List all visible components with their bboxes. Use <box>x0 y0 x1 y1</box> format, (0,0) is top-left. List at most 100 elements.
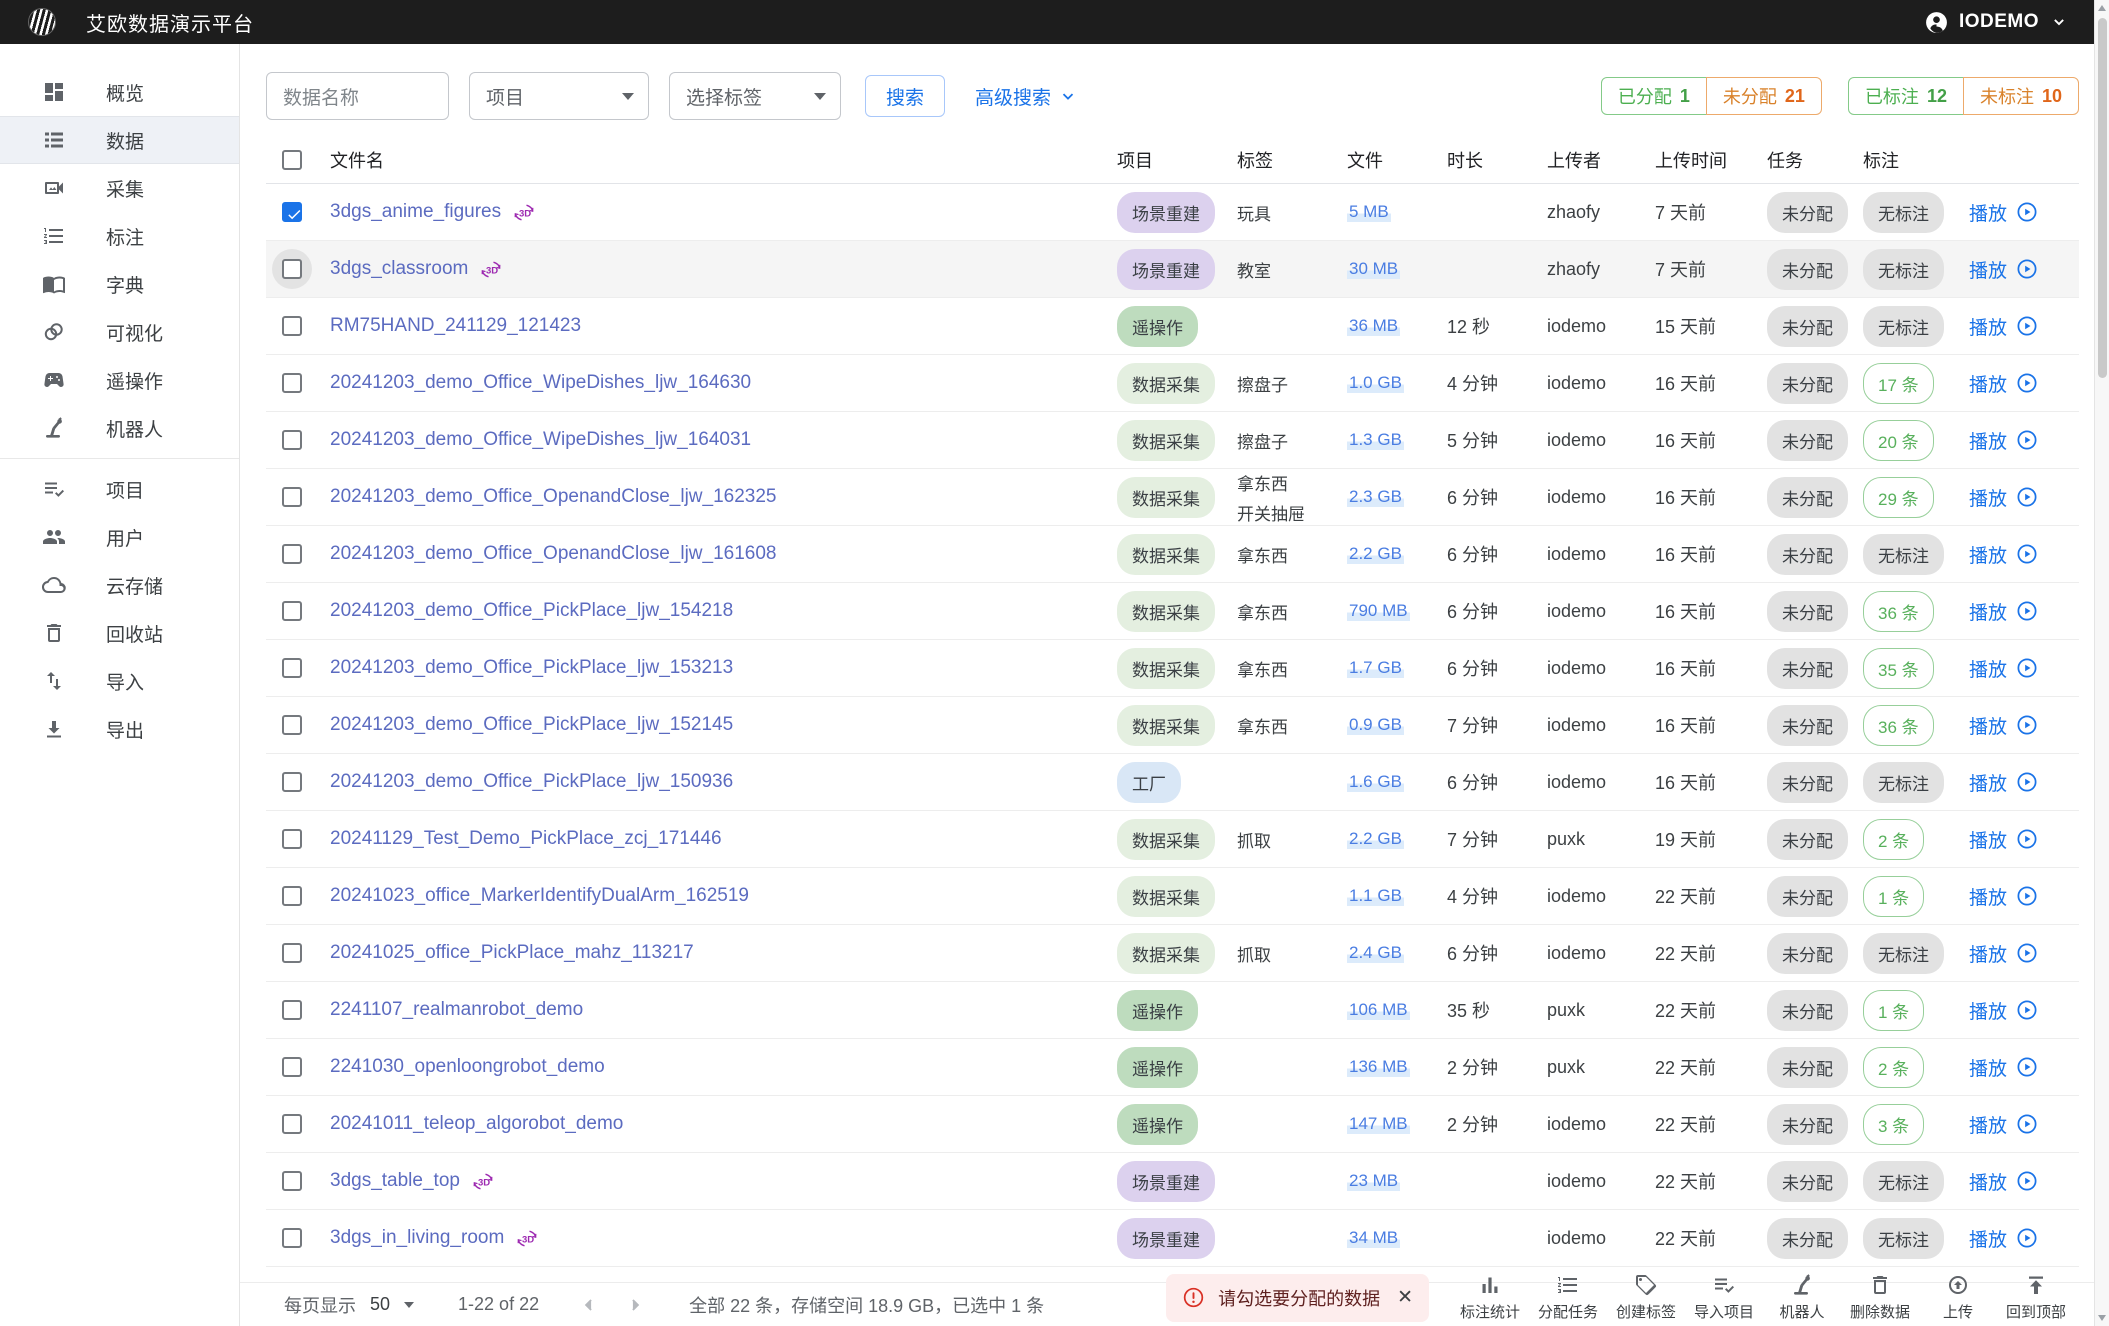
file-link[interactable]: 20241203_demo_Office_PickPlace_ljw_15214… <box>330 714 733 736</box>
scroll-down-arrow-icon[interactable] <box>2098 1315 2106 1321</box>
tool-tag-button[interactable]: 创建标签 <box>1607 1273 1685 1322</box>
file-link[interactable]: 20241203_demo_Office_WipeDishes_ljw_1640… <box>330 429 751 451</box>
sidebar-item-项目[interactable]: 项目 <box>0 465 239 513</box>
play-button[interactable]: 播放 <box>1969 826 2079 853</box>
project-select[interactable]: 项目 <box>469 72 649 120</box>
file-size-link[interactable]: 2.2 GB <box>1347 829 1404 849</box>
file-link[interactable]: 20241203_demo_Office_PickPlace_ljw_15093… <box>330 771 733 793</box>
file-size-link[interactable]: 147 MB <box>1347 1114 1410 1134</box>
file-size-link[interactable]: 23 MB <box>1347 1171 1400 1191</box>
row-checkbox[interactable] <box>282 772 302 792</box>
file-link[interactable]: 20241203_demo_Office_OpenandClose_ljw_16… <box>330 486 777 508</box>
play-button[interactable]: 播放 <box>1969 997 2079 1024</box>
row-checkbox[interactable] <box>282 886 302 906</box>
sidebar-item-回收站[interactable]: 回收站 <box>0 609 239 657</box>
file-size-link[interactable]: 2.4 GB <box>1347 943 1404 963</box>
play-button[interactable]: 播放 <box>1969 1054 2079 1081</box>
file-size-link[interactable]: 106 MB <box>1347 1000 1410 1020</box>
annotated-counter[interactable]: 已标注12 <box>1848 77 1964 115</box>
tool-top-button[interactable]: 回到顶部 <box>1997 1273 2075 1322</box>
per-page-select[interactable]: 每页显示 50 <box>284 1292 414 1318</box>
scrollbar-thumb[interactable] <box>2098 18 2107 378</box>
sidebar-item-用户[interactable]: 用户 <box>0 513 239 561</box>
tool-upload-button[interactable]: 上传 <box>1919 1273 1997 1322</box>
play-button[interactable]: 播放 <box>1969 370 2079 397</box>
unassigned-counter[interactable]: 未分配21 <box>1706 77 1822 115</box>
file-link[interactable]: 20241129_Test_Demo_PickPlace_zcj_171446 <box>330 828 722 850</box>
play-button[interactable]: 播放 <box>1969 1168 2079 1195</box>
file-size-link[interactable]: 0.9 GB <box>1347 715 1404 735</box>
file-link[interactable]: 2241107_realmanrobot_demo <box>330 999 583 1021</box>
play-button[interactable]: 播放 <box>1969 769 2079 796</box>
file-link[interactable]: 3dgs_classroom <box>330 258 468 280</box>
row-checkbox[interactable] <box>282 202 302 222</box>
sidebar-item-云存储[interactable]: 云存储 <box>0 561 239 609</box>
tool-project-button[interactable]: 导入项目 <box>1685 1273 1763 1322</box>
play-button[interactable]: 播放 <box>1969 1111 2079 1138</box>
prev-page-button[interactable] <box>579 1295 599 1315</box>
file-link[interactable]: 20241203_demo_Office_PickPlace_ljw_15321… <box>330 657 733 679</box>
row-checkbox[interactable] <box>282 1000 302 1020</box>
search-button[interactable]: 搜索 <box>865 75 945 117</box>
close-icon[interactable]: ✕ <box>1397 1286 1413 1309</box>
data-name-input[interactable]: 数据名称 <box>266 72 449 120</box>
sidebar-item-可视化[interactable]: 可视化 <box>0 308 239 356</box>
file-link[interactable]: 20241025_office_PickPlace_mahz_113217 <box>330 942 694 964</box>
play-button[interactable]: 播放 <box>1969 712 2079 739</box>
file-link[interactable]: 20241203_demo_Office_OpenandClose_ljw_16… <box>330 543 777 565</box>
file-size-link[interactable]: 30 MB <box>1347 259 1400 279</box>
play-button[interactable]: 播放 <box>1969 484 2079 511</box>
row-checkbox[interactable] <box>282 601 302 621</box>
row-checkbox[interactable] <box>282 544 302 564</box>
row-checkbox[interactable] <box>282 829 302 849</box>
file-link[interactable]: RM75HAND_241129_121423 <box>330 315 581 337</box>
sidebar-item-采集[interactable]: 采集 <box>0 164 239 212</box>
sidebar-item-机器人[interactable]: 机器人 <box>0 404 239 452</box>
file-size-link[interactable]: 1.0 GB <box>1347 373 1404 393</box>
row-checkbox[interactable] <box>282 487 302 507</box>
play-button[interactable]: 播放 <box>1969 655 2079 682</box>
file-link[interactable]: 3dgs_in_living_room <box>330 1227 504 1249</box>
sidebar-item-遥操作[interactable]: 遥操作 <box>0 356 239 404</box>
row-checkbox[interactable] <box>282 430 302 450</box>
file-link[interactable]: 3dgs_table_top <box>330 1170 460 1192</box>
file-size-link[interactable]: 1.3 GB <box>1347 430 1404 450</box>
row-checkbox[interactable] <box>282 316 302 336</box>
file-link[interactable]: 20241011_teleop_algorobot_demo <box>330 1113 623 1135</box>
play-button[interactable]: 播放 <box>1969 883 2079 910</box>
sidebar-item-导入[interactable]: 导入 <box>0 657 239 705</box>
file-size-link[interactable]: 34 MB <box>1347 1228 1400 1248</box>
file-size-link[interactable]: 1.6 GB <box>1347 772 1404 792</box>
play-button[interactable]: 播放 <box>1969 313 2079 340</box>
file-link[interactable]: 20241203_demo_Office_PickPlace_ljw_15421… <box>330 600 733 622</box>
file-link[interactable]: 20241203_demo_Office_WipeDishes_ljw_1646… <box>330 372 751 394</box>
row-checkbox[interactable] <box>282 1114 302 1134</box>
next-page-button[interactable] <box>625 1295 645 1315</box>
file-size-link[interactable]: 2.3 GB <box>1347 487 1404 507</box>
file-size-link[interactable]: 5 MB <box>1347 202 1391 222</box>
tool-recycle-button[interactable]: 删除数据 <box>1841 1273 1919 1322</box>
file-size-link[interactable]: 1.7 GB <box>1347 658 1404 678</box>
sidebar-item-数据[interactable]: 数据 <box>0 116 239 164</box>
select-all-checkbox[interactable] <box>282 150 302 170</box>
unannotated-counter[interactable]: 未标注10 <box>1963 77 2079 115</box>
file-size-link[interactable]: 1.1 GB <box>1347 886 1404 906</box>
row-checkbox[interactable] <box>282 259 302 279</box>
file-size-link[interactable]: 136 MB <box>1347 1057 1410 1077</box>
sidebar-item-标注[interactable]: 标注 <box>0 212 239 260</box>
row-checkbox[interactable] <box>282 715 302 735</box>
advanced-search-link[interactable]: 高级搜索 <box>975 83 1077 110</box>
play-button[interactable]: 播放 <box>1969 598 2079 625</box>
file-size-link[interactable]: 790 MB <box>1347 601 1410 621</box>
play-button[interactable]: 播放 <box>1969 541 2079 568</box>
vertical-scrollbar[interactable] <box>2094 0 2109 1326</box>
file-link[interactable]: 3dgs_anime_figures <box>330 201 501 223</box>
play-button[interactable]: 播放 <box>1969 427 2079 454</box>
tool-robot-button[interactable]: 机器人 <box>1763 1273 1841 1322</box>
sidebar-item-导出[interactable]: 导出 <box>0 705 239 753</box>
file-link[interactable]: 20241023_office_MarkerIdentifyDualArm_16… <box>330 885 749 907</box>
file-size-link[interactable]: 36 MB <box>1347 316 1400 336</box>
file-link[interactable]: 2241030_openloongrobot_demo <box>330 1056 605 1078</box>
row-checkbox[interactable] <box>282 1171 302 1191</box>
tool-stats-button[interactable]: 标注统计 <box>1451 1273 1529 1322</box>
